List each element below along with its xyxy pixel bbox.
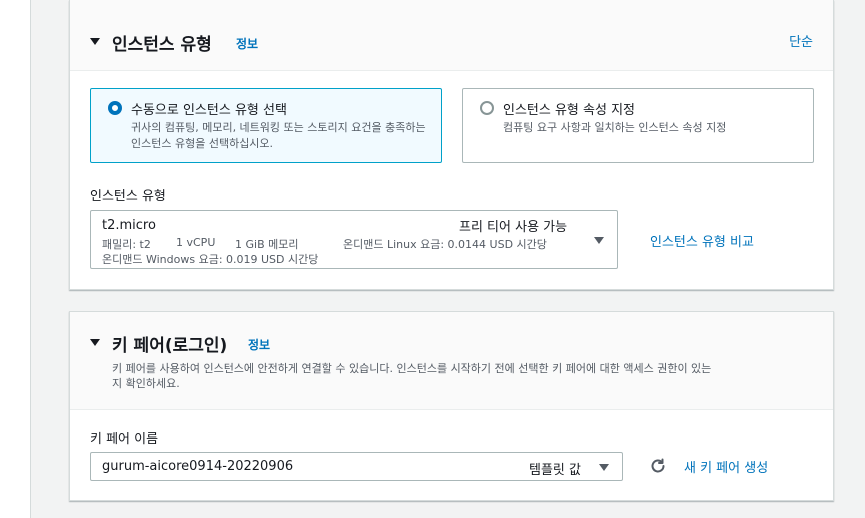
instance-type-info-link[interactable]: 정보 [236,35,258,52]
collapse-caret-icon[interactable] [90,339,100,346]
key-pair-value: gurum-aicore0914-20220906 [102,459,294,474]
instance-family: 패밀리: t2 [102,238,151,251]
manual-select-option[interactable]: 수동으로 인스턴스 유형 선택 귀사의 컴퓨팅, 메모리, 네트워킹 또는 스토… [90,88,442,163]
attribute-select-description: 컴퓨팅 요구 사항과 일치하는 인스턴스 속성 지정 [503,121,727,134]
manual-select-description: 귀사의 컴퓨팅, 메모리, 네트워킹 또는 스토리지 요건을 충족하는 인스턴스… [131,121,426,150]
instance-type-panel: 인스턴스 유형 정보 단순 수동으로 인스턴스 유형 선택 귀사의 컴퓨팅, 메… [69,0,834,290]
instance-type-title: 인스턴스 유형 [112,35,212,55]
key-pair-description-line1: 키 페어를 사용하여 인스턴스에 안전하게 연결할 수 있습니다. 인스턴스를 … [112,362,712,375]
instance-vcpu: 1 vCPU [176,236,216,249]
key-pair-title: 키 페어(로그인) [112,336,228,356]
create-key-pair-link[interactable]: 새 키 페어 생성 [684,457,768,476]
key-pair-panel-header: 키 페어(로그인) 정보 키 페어를 사용하여 인스턴스에 안전하게 연결할 수… [70,312,833,410]
instance-memory: 1 GiB 메모리 [235,238,299,251]
free-tier-badge: 프리 티어 사용 가능 [459,220,568,235]
manual-select-title: 수동으로 인스턴스 유형 선택 [131,103,287,118]
instance-type-select[interactable]: t2.micro 프리 티어 사용 가능 패밀리: t2 1 vCPU 1 Gi… [90,210,618,269]
left-rail [0,0,31,518]
attribute-select-option[interactable]: 인스턴스 유형 속성 지정 컴퓨팅 요구 사항과 일치하는 인스턴스 속성 지정 [462,88,814,163]
simple-view-link[interactable]: 단순 [789,31,813,50]
attribute-select-title: 인스턴스 유형 속성 지정 [503,103,635,118]
instance-type-name: t2.micro [102,218,156,233]
linux-price: 온디맨드 Linux 요금: 0.0144 USD 시간당 [343,238,547,251]
instance-type-panel-header: 인스턴스 유형 정보 단순 [70,0,833,71]
collapse-caret-icon[interactable] [90,38,100,45]
key-pair-info-link[interactable]: 정보 [248,336,270,353]
chevron-down-icon [594,237,604,244]
template-value-tag: 템플릿 값 [529,463,581,478]
key-pair-select[interactable]: gurum-aicore0914-20220906 템플릿 값 [90,452,623,481]
attribute-select-radio[interactable] [480,101,494,115]
manual-select-radio[interactable] [108,101,122,115]
key-pair-field-label: 키 페어 이름 [90,432,159,447]
key-pair-description-line2: 지 확인하세요. [112,377,180,390]
chevron-down-icon [599,464,609,471]
windows-price: 온디맨드 Windows 요금: 0.019 USD 시간당 [102,253,319,266]
compare-instance-types-link[interactable]: 인스턴스 유형 비교 [650,231,754,250]
instance-type-field-label: 인스턴스 유형 [90,189,166,204]
refresh-icon[interactable] [649,457,667,479]
key-pair-panel: 키 페어(로그인) 정보 키 페어를 사용하여 인스턴스에 안전하게 연결할 수… [69,311,834,501]
